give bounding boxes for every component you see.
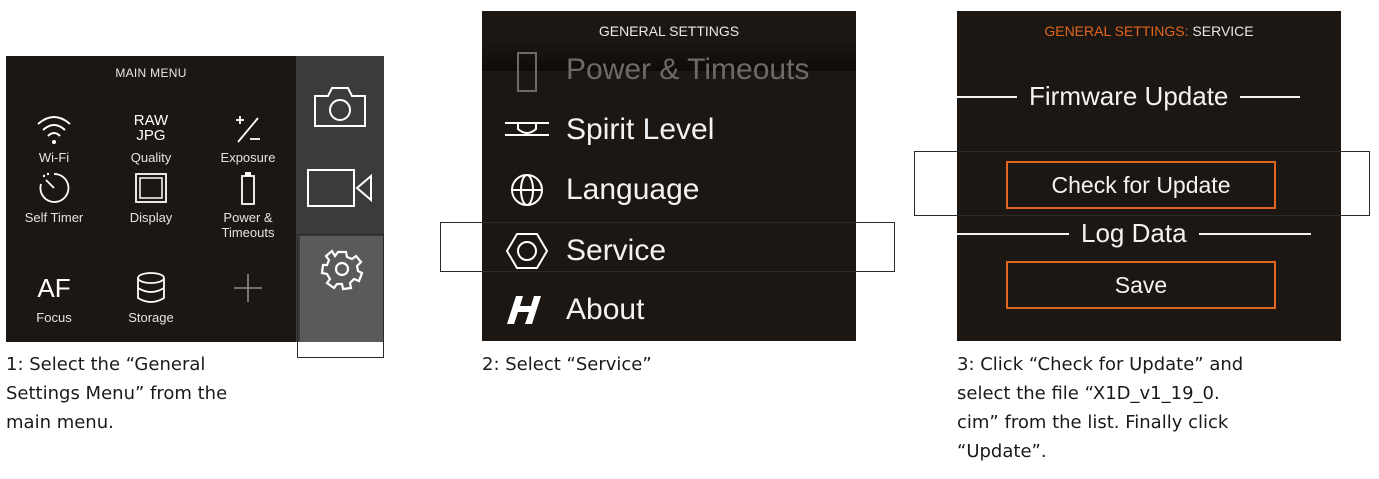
menu-item-label: Exposure <box>220 150 276 165</box>
menu-item-label: Self Timer <box>24 210 84 225</box>
settings-item-about[interactable]: About <box>482 281 856 339</box>
settings-item-label: Power & Timeouts <box>566 53 810 86</box>
settings-item-language[interactable]: Language <box>482 161 856 219</box>
section-label: Log Data <box>1081 218 1187 248</box>
step-3-caption: 3: Click “Check for Update” and select t… <box>957 354 1244 462</box>
step-2-caption: 2: Select “Service” <box>482 354 652 375</box>
display-icon <box>135 173 167 203</box>
save-log-button[interactable]: Save <box>1006 261 1276 309</box>
menu-item-quality[interactable]: RAW JPG Quality <box>103 106 199 165</box>
log-data-section-header: Log Data <box>957 218 1341 249</box>
menu-item-label: Wi-Fi <box>38 150 70 165</box>
camera-icon <box>314 87 366 127</box>
title-suffix: SERVICE <box>1192 23 1254 39</box>
selection-highlight <box>440 222 895 272</box>
menu-item-power-timeouts[interactable]: Power & Timeouts <box>200 166 296 240</box>
raw-jpg-icon: RAW JPG <box>133 112 169 144</box>
selection-highlight <box>297 234 384 358</box>
settings-item-label: Spirit Level <box>566 113 715 146</box>
step-1-caption: 1: Select the “General Settings Menu” fr… <box>6 354 228 433</box>
main-menu-title: MAIN MENU <box>115 66 187 80</box>
menu-item-label-2: Timeouts <box>221 225 275 240</box>
menu-item-display[interactable]: Display <box>103 166 199 225</box>
section-label: Firmware Update <box>1029 81 1229 111</box>
menu-item-focus[interactable]: AF Focus <box>6 266 102 325</box>
firmware-update-section-header: Firmware Update <box>957 81 1341 112</box>
menu-item-storage[interactable]: Storage <box>103 266 199 325</box>
title-prefix: GENERAL SETTINGS: <box>1044 23 1193 39</box>
selection-highlight <box>914 151 1370 216</box>
menu-item-wifi[interactable]: Wi-Fi <box>6 106 102 165</box>
menu-item-label: Power & <box>223 210 273 225</box>
wifi-icon <box>37 116 71 144</box>
af-icon: AF <box>37 273 71 303</box>
self-timer-icon <box>39 172 70 203</box>
video-camera-icon <box>307 169 372 207</box>
general-settings-screen: GENERAL SETTINGS Power & Timeouts Spirit… <box>482 11 856 341</box>
camera-mode-button[interactable] <box>296 74 384 138</box>
video-mode-button[interactable] <box>296 156 384 220</box>
spirit-level-icon <box>505 122 549 136</box>
settings-item-spirit-level[interactable]: Spirit Level <box>482 101 856 159</box>
storage-icon <box>137 272 165 303</box>
menu-item-label: Focus <box>36 310 72 325</box>
battery-icon <box>517 52 537 92</box>
plus-icon <box>234 274 262 302</box>
menu-item-label: Display <box>129 210 173 225</box>
hasselblad-h-icon <box>507 296 541 324</box>
menu-item-exposure[interactable]: Exposure <box>200 106 296 165</box>
menu-item-label: Storage <box>128 310 174 325</box>
menu-item-add[interactable] <box>200 266 296 310</box>
exposure-compensation-icon <box>236 116 260 143</box>
menu-item-self-timer[interactable]: Self Timer <box>6 166 102 225</box>
settings-item-label: Language <box>566 173 700 206</box>
settings-item-label: About <box>566 293 645 326</box>
general-settings-title: GENERAL SETTINGS <box>598 23 740 39</box>
settings-item-power-timeouts[interactable]: Power & Timeouts <box>482 41 856 99</box>
globe-icon <box>511 174 543 206</box>
menu-item-label: Quality <box>130 150 172 165</box>
service-title: GENERAL SETTINGS: SERVICE <box>957 23 1341 39</box>
battery-icon <box>241 172 255 205</box>
